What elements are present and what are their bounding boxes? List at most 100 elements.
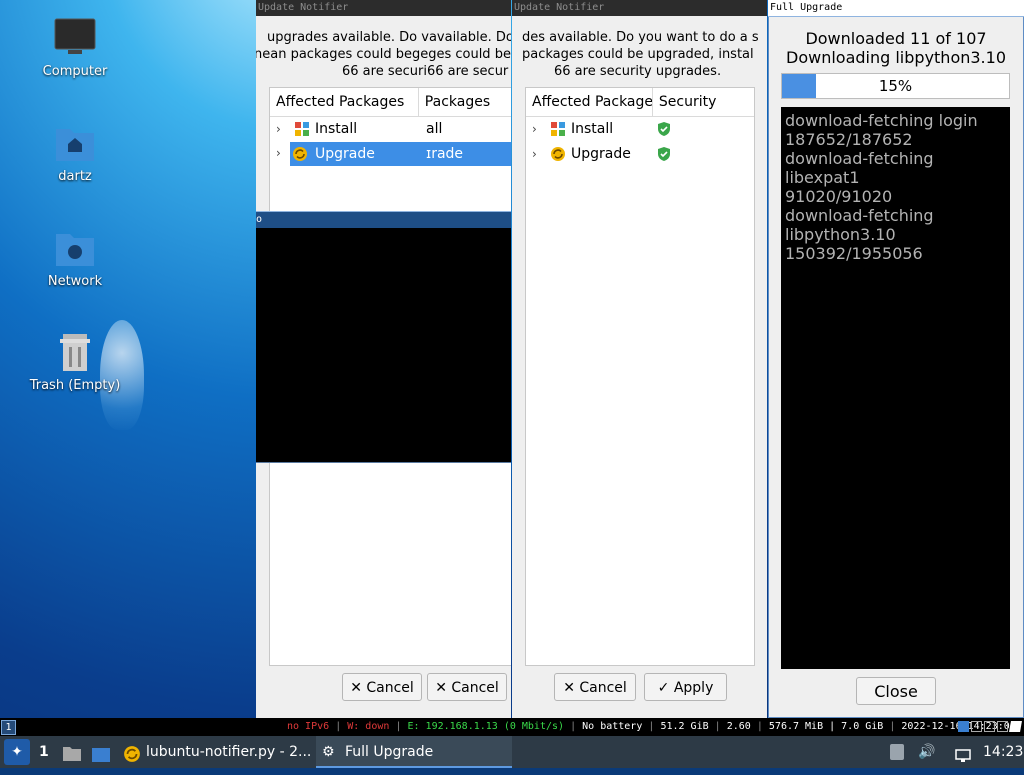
desktop-icon-label: Trash (Empty) [29,378,121,393]
window-titlebar[interactable]: Update Notifier [512,0,767,16]
computer-icon [54,18,96,58]
full-upgrade-window[interactable]: Full Upgrade Downloaded 11 of 107 Downlo… [768,0,1024,718]
message-line-3: 66 are security upgrades. [554,64,722,79]
cancel-button-2[interactable]: ✕ Cancel [427,673,507,701]
home-folder-icon [54,123,96,163]
close-button[interactable]: Close [856,677,936,705]
volume-icon[interactable]: 🔊 [918,736,936,768]
downloading-package-heading: Downloading libpython3.10 [786,48,1006,67]
column-affected-packages[interactable]: Affected Package [526,88,653,116]
ethernet-status: E: 192.168.1.13 (0 Mbit/s) [407,721,565,732]
tree-row-upgrade[interactable]: › Upgrade [526,142,754,166]
task-label: Full Upgrade [345,744,434,760]
update-tray-icon[interactable] [890,744,904,760]
window-titlebar[interactable]: Full Upgrade [768,0,1024,17]
desktop-icon-trash[interactable]: Trash (Empty) [15,332,135,393]
disk-status: 51.2 GiB [660,721,709,732]
packages-tree[interactable]: Affected Package Security › Install › Up… [525,87,755,666]
row-label: Install [571,121,614,137]
desktop-icon-home[interactable]: dartz [15,123,135,184]
overlay-titlebar[interactable]: o [256,212,511,228]
chevron-right-icon[interactable]: › [532,117,537,141]
progress-bar: 15% [781,73,1010,99]
log-line: download-fetching login [785,111,978,130]
overlay-terminal-window[interactable]: o [256,211,511,463]
row-extra: all [426,121,443,137]
progress-percent: 15% [878,77,913,95]
edit-icon[interactable] [1009,721,1022,732]
download-log[interactable]: download-fetching login 187652/187652 down… [781,107,1010,669]
row-label: Upgrade [571,146,631,162]
cancel-button[interactable]: ✕ Cancel [342,673,422,701]
security-shield-icon [656,146,672,170]
message-line-1: upgrades available. Do vavailable. Do [267,30,511,45]
workspace-switcher[interactable]: 1 [39,736,51,768]
wifi-status: W: down [347,721,390,732]
tree-row-install[interactable]: › Install [526,117,754,141]
desktop-icon-label: dartz [58,169,92,184]
log-line: 187652/187652 [785,130,913,149]
checkmark-icon: ✓ [657,680,670,696]
desktop-show-icon[interactable] [91,743,111,762]
chevron-right-icon[interactable]: › [276,146,281,160]
row-label: Install [315,121,358,137]
log-line: 150392/1955056 [785,244,923,263]
start-menu-button[interactable]: ✦ [4,739,30,765]
chevron-right-icon[interactable]: › [532,142,537,166]
workspace-indicator[interactable]: 1 [1,720,16,735]
message-line-2: packages could be upgraded, instal [522,47,754,62]
memory-status: 576.7 MiB | 7.0 GiB [768,721,884,732]
desktop-icon-computer[interactable]: Computer [15,18,135,79]
tree-row-upgrade-selected[interactable]: Upgrade ɪrade [290,142,511,166]
status-segments: no IPv6 | W: down | E: 192.168.1.13 (0 M… [287,721,1016,732]
battery-status: No battery [582,721,643,732]
window-icon[interactable] [984,721,995,732]
message-line-1: des available. Do you want to do a s [522,30,759,45]
log-line: 91020/91020 [785,187,893,206]
upgrade-icon [123,743,141,775]
info-icon[interactable] [958,721,969,732]
log-line: libexpat1 [785,168,860,187]
network-tray-icon[interactable] [955,743,971,762]
close-icon: ✕ [350,680,362,696]
clock[interactable]: 14:23 [983,736,1023,768]
update-notifier-window-2[interactable]: Update Notifier des available. Do you wa… [512,0,767,718]
log-line: download-fetching [785,206,934,225]
task-label: lubuntu-notifier.py - 2... [146,744,312,760]
row-label: Upgrade [315,146,375,162]
log-line: download-fetching [785,149,934,168]
tree-row-install[interactable]: › Install all [270,117,511,141]
column-packages[interactable]: Packages [419,88,511,116]
close-icon: ✕ [563,680,575,696]
desktop-icon-label: Computer [42,64,108,79]
network-folder-icon [54,228,96,268]
cancel-button[interactable]: ✕ Cancel [554,673,636,701]
window-icon[interactable] [971,721,982,732]
close-icon: ✕ [435,680,447,696]
log-lines: download-fetching login 187652/187652 down… [785,111,1006,263]
window-icon[interactable] [997,721,1008,732]
taskbar: ✦ 1 lubuntu-notifier.py - 2... ⚙ Full Up… [0,736,1024,768]
column-affected-packages[interactable]: Affected Packages [270,88,419,116]
file-manager-icon[interactable] [62,742,82,761]
chevron-right-icon[interactable]: › [276,117,281,141]
task-lubuntu-notifier[interactable]: lubuntu-notifier.py - 2... [120,736,312,768]
lubuntu-logo-icon: ✦ [11,744,23,760]
status-bar: 1 no IPv6 | W: down | E: 192.168.1.13 (0… [0,718,1024,736]
apply-button[interactable]: ✓ Apply [644,673,727,701]
window-titlebar[interactable]: Update Notifier [256,0,511,16]
message-line-2: nean packages could begeges could be [256,47,511,62]
gear-icon: ⚙ [322,744,335,760]
desktop-icon-network[interactable]: Network [15,228,135,289]
ipv6-status: no IPv6 [287,721,330,732]
load-status: 2.60 [726,721,751,732]
task-full-upgrade[interactable]: ⚙ Full Upgrade [316,736,512,768]
log-line: libpython3.10 [785,225,896,244]
download-count-heading: Downloaded 11 of 107 [805,29,987,48]
column-security[interactable]: Security [653,88,754,116]
message-line-3: 66 are securi66 are secur [342,64,509,79]
tree-header: Affected Packages Packages [270,88,511,117]
update-notifier-window-1[interactable]: Update Notifier upgrades available. Do v… [256,0,511,718]
row-extra: ɪrade [426,146,464,162]
upgrade-icon [292,146,308,170]
